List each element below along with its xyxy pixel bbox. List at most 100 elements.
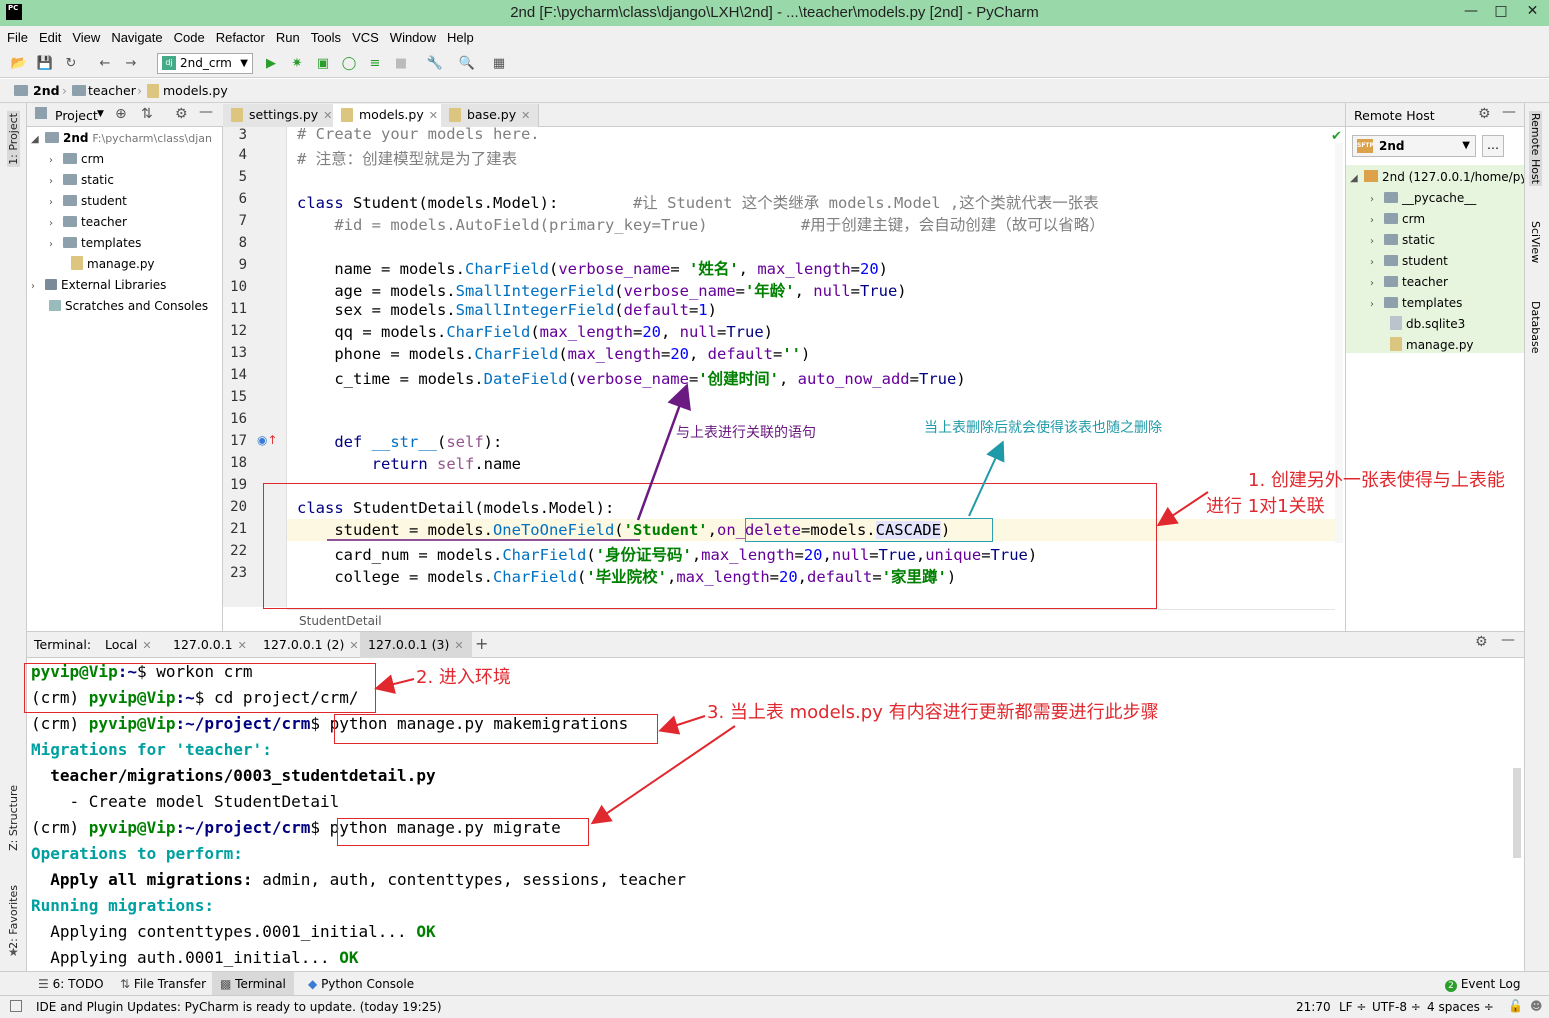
- remote-item-db[interactable]: db.sqlite3: [1390, 314, 1465, 335]
- add-icon[interactable]: +: [475, 634, 488, 653]
- tool-window-remote-host[interactable]: Remote Host: [1529, 111, 1542, 186]
- close-icon[interactable]: ✕: [454, 639, 463, 652]
- debug-icon[interactable]: ✷: [288, 55, 306, 73]
- chevron-down-icon[interactable]: ▼: [97, 109, 104, 119]
- remote-item-templates[interactable]: › templates: [1370, 293, 1462, 314]
- terminal-tab-3[interactable]: 127.0.0.1 (3) ✕: [360, 632, 472, 658]
- tool-window-database[interactable]: Database: [1529, 301, 1542, 354]
- tab-models[interactable]: models.py ✕: [333, 104, 447, 127]
- tree-item-crm[interactable]: › crm: [49, 149, 104, 170]
- tree-item-static[interactable]: › static: [49, 170, 114, 191]
- editor-breadcrumb[interactable]: StudentDetail: [287, 609, 1335, 631]
- wrench-icon[interactable]: 🔧: [426, 55, 444, 73]
- close-icon[interactable]: ✕: [349, 639, 358, 652]
- status-window-icon[interactable]: [10, 1000, 22, 1012]
- menu-navigate[interactable]: Navigate: [104, 26, 166, 45]
- lock-icon[interactable]: 🔓: [1508, 999, 1523, 1013]
- breadcrumb-file[interactable]: models.py: [163, 83, 228, 98]
- more-button[interactable]: …: [1482, 135, 1504, 157]
- menu-tools[interactable]: Tools: [304, 26, 345, 45]
- tree-item-external-libraries[interactable]: › External Libraries: [31, 275, 166, 296]
- close-icon[interactable]: ✕: [429, 109, 438, 122]
- profile-icon[interactable]: ◯: [340, 55, 358, 73]
- menu-code[interactable]: Code: [167, 26, 209, 45]
- tree-root[interactable]: ◢ 2nd F:\pycharm\class\djan: [31, 128, 212, 149]
- terminal-tab-1[interactable]: 127.0.0.1 ✕: [173, 637, 247, 652]
- code-line-9: name = models.CharField(verbose_name= '姓…: [297, 257, 888, 279]
- remote-item-crm[interactable]: › crm: [1370, 209, 1425, 230]
- menu-refactor[interactable]: Refactor: [209, 26, 269, 45]
- indent-setting[interactable]: 4 spaces ÷: [1427, 1000, 1494, 1014]
- save-icon[interactable]: 💾: [36, 55, 54, 73]
- minimize-icon[interactable]: —: [1456, 0, 1486, 22]
- inspector-icon[interactable]: ☻: [1530, 999, 1543, 1013]
- remote-item-pycache[interactable]: › __pycache__: [1370, 188, 1476, 209]
- remote-item-teacher[interactable]: › teacher: [1370, 272, 1448, 293]
- gear-icon[interactable]: ⚙: [175, 106, 188, 122]
- menu-help[interactable]: Help: [440, 26, 478, 45]
- tool-tab-file-transfer[interactable]: ⇅ File Transfer: [120, 977, 206, 991]
- run-configuration-select[interactable]: dj 2nd_crm ▼: [157, 53, 253, 74]
- tree-item-manage[interactable]: manage.py: [71, 254, 155, 275]
- tree-item-student[interactable]: › student: [49, 191, 127, 212]
- menu-file[interactable]: File: [0, 26, 32, 45]
- maximize-icon[interactable]: □: [1486, 0, 1516, 22]
- tool-window-project[interactable]: 1: Project: [7, 111, 20, 167]
- coverage-icon[interactable]: ▣: [314, 55, 332, 73]
- terminal-scrollbar[interactable]: [1513, 768, 1521, 858]
- gear-icon[interactable]: ⚙: [1478, 106, 1491, 122]
- search-icon[interactable]: 🔍: [458, 55, 476, 73]
- close-icon[interactable]: ✕: [521, 109, 530, 122]
- tool-tab-todo[interactable]: ☰ 6: TODO: [38, 977, 104, 991]
- tool-window-structure[interactable]: Z: Structure: [7, 785, 20, 851]
- remote-item-static[interactable]: › static: [1370, 230, 1435, 251]
- remote-tree-root[interactable]: ◢ 2nd (127.0.0.1/home/py: [1350, 167, 1527, 188]
- remote-server-select[interactable]: SFTP 2nd ▼: [1352, 135, 1476, 157]
- menu-window[interactable]: Window: [383, 26, 440, 45]
- breadcrumb-project[interactable]: 2nd: [33, 83, 60, 98]
- tab-base[interactable]: base.py ✕: [441, 104, 540, 127]
- stop-icon[interactable]: ■: [392, 55, 410, 73]
- concurrency-icon[interactable]: ≡: [366, 55, 384, 73]
- gear-icon[interactable]: ⚙: [1475, 634, 1488, 650]
- event-log-button[interactable]: 2 Event Log: [1445, 977, 1520, 992]
- hide-icon[interactable]: —: [199, 104, 213, 120]
- close-icon[interactable]: ✕: [142, 639, 151, 652]
- remote-item-student[interactable]: › student: [1370, 251, 1448, 272]
- close-icon[interactable]: ✕: [1516, 0, 1549, 22]
- hide-icon[interactable]: —: [1501, 632, 1515, 648]
- menu-run[interactable]: Run: [269, 26, 304, 45]
- close-icon[interactable]: ✕: [323, 109, 332, 122]
- tool-window-favorites[interactable]: 2: Favorites: [7, 885, 20, 949]
- tool-tab-python-console[interactable]: ◆ Python Console: [308, 977, 414, 991]
- override-marker-icon[interactable]: ◉↑: [257, 433, 278, 447]
- file-encoding[interactable]: UTF-8 ÷: [1372, 1000, 1421, 1014]
- terminal-tab-local[interactable]: Local ✕: [105, 637, 152, 652]
- line-separator[interactable]: LF ÷: [1339, 1000, 1366, 1014]
- run-icon[interactable]: ▶: [262, 55, 280, 73]
- status-message[interactable]: IDE and Plugin Updates: PyCharm is ready…: [36, 1000, 442, 1014]
- tool-window-sciview[interactable]: SciView: [1529, 221, 1542, 263]
- forward-arrow-icon[interactable]: →: [122, 55, 140, 73]
- close-icon[interactable]: ✕: [238, 639, 247, 652]
- hide-icon[interactable]: —: [1502, 104, 1516, 120]
- collapse-icon[interactable]: ⇅: [141, 106, 153, 122]
- sync-icon[interactable]: ↻: [62, 55, 80, 73]
- tab-settings[interactable]: settings.py ✕: [223, 104, 342, 127]
- terminal-tab-2[interactable]: 127.0.0.1 (2) ✕: [263, 637, 359, 652]
- project-view-select[interactable]: Project: [55, 108, 98, 123]
- back-arrow-icon[interactable]: ←: [96, 55, 114, 73]
- menu-vcs[interactable]: VCS: [345, 26, 383, 45]
- remote-item-manage[interactable]: manage.py: [1390, 335, 1474, 356]
- tree-item-scratches[interactable]: Scratches and Consoles: [49, 296, 208, 317]
- breadcrumb-teacher[interactable]: teacher: [88, 83, 136, 98]
- tree-item-templates[interactable]: › templates: [49, 233, 141, 254]
- target-icon[interactable]: ⊕: [115, 106, 127, 122]
- open-folder-icon[interactable]: 📂: [10, 55, 28, 73]
- tool-tab-terminal[interactable]: ▩ Terminal: [212, 972, 294, 995]
- menu-view[interactable]: View: [65, 26, 104, 45]
- menu-edit[interactable]: Edit: [32, 26, 65, 45]
- caret-position[interactable]: 21:70: [1296, 1000, 1331, 1014]
- vcs-icon[interactable]: ▦: [490, 55, 508, 73]
- tree-item-teacher[interactable]: › teacher: [49, 212, 127, 233]
